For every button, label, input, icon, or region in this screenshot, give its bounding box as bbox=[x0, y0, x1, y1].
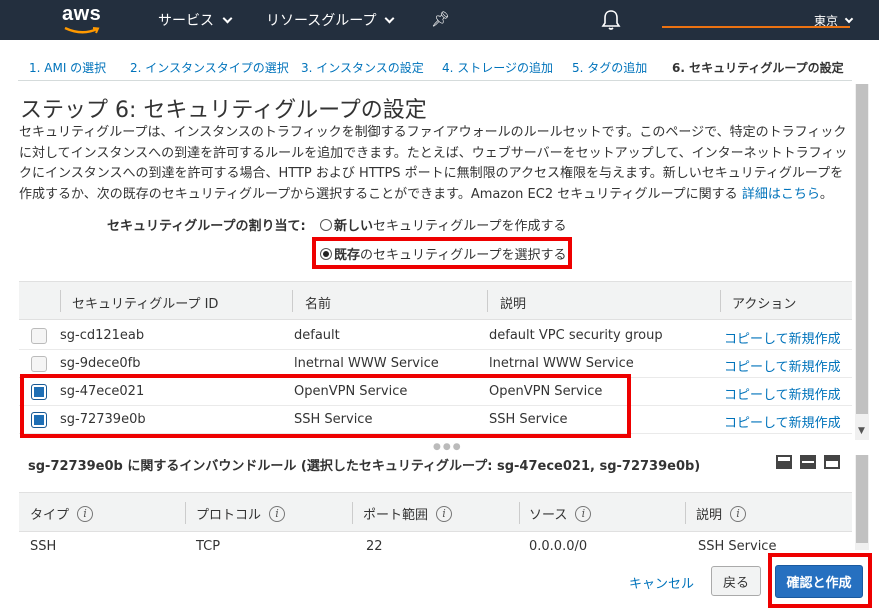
assign-security-group-label: セキュリティグループの割り当て: bbox=[107, 219, 306, 234]
scrollbar-thumb[interactable] bbox=[856, 455, 868, 543]
column-divider bbox=[685, 502, 686, 524]
rule-source-label: ソース bbox=[529, 508, 568, 523]
rule-description-cell: SSH Service bbox=[698, 539, 777, 554]
info-icon[interactable]: i bbox=[730, 505, 747, 522]
column-divider bbox=[352, 502, 353, 524]
sg-table-header: セキュリティグループ ID 名前 説明 アクション bbox=[19, 281, 852, 320]
row-checkbox[interactable] bbox=[31, 356, 47, 372]
page-title: ステップ 6: セキュリティグループの設定 bbox=[20, 98, 427, 123]
highlight-confirm-button bbox=[768, 553, 872, 608]
sg-name-header[interactable]: 名前 bbox=[305, 293, 331, 312]
scroll-down-arrow-icon[interactable]: ▼ bbox=[858, 426, 865, 436]
cancel-link[interactable]: キャンセル bbox=[629, 573, 694, 592]
aws-logo-text: aws bbox=[62, 3, 102, 25]
step-add-storage[interactable]: 4. ストレージの追加 bbox=[442, 59, 553, 76]
inbound-rules-header: タイプ i プロトコル i ポート範囲 i ソース i 説明 i bbox=[19, 492, 852, 532]
layout-split-icon[interactable] bbox=[800, 455, 816, 469]
radio-create-new[interactable]: 新しい セキュリティグループを作成する bbox=[320, 215, 566, 234]
wizard-steps: 1. AMI の選択 2. インスタンスタイプの選択 3. インスタンスの設定 … bbox=[18, 53, 852, 81]
highlight-existing-option bbox=[312, 237, 572, 269]
wizard-footer: キャンセル 戻る 確認と作成 bbox=[0, 556, 879, 615]
sg-name-cell: lnetrnal WWW Service bbox=[294, 356, 439, 371]
aws-smile-icon bbox=[64, 27, 100, 34]
table-row[interactable]: sg-cd121eab default default VPC security… bbox=[19, 322, 852, 350]
info-icon[interactable]: i bbox=[77, 505, 94, 522]
copy-to-new-link[interactable]: コピーして新規作成 bbox=[724, 356, 841, 375]
info-icon[interactable]: i bbox=[575, 505, 592, 522]
chevron-down-icon bbox=[385, 13, 395, 23]
column-divider bbox=[185, 502, 186, 524]
copy-to-new-link[interactable]: コピーして新規作成 bbox=[724, 328, 841, 347]
step-configure-security-group[interactable]: 6. セキュリティグループの設定 bbox=[672, 59, 844, 76]
services-menu[interactable]: サービス bbox=[158, 10, 233, 30]
description-suffix: 。 bbox=[819, 186, 833, 202]
layout-bottom-icon[interactable] bbox=[776, 455, 792, 469]
copy-to-new-link[interactable]: コピーして新規作成 bbox=[724, 412, 841, 431]
sg-description-header[interactable]: 説明 bbox=[500, 293, 526, 312]
inbound-rules-title: sg-72739e0b に関するインバウンドルール (選択したセキュリティグルー… bbox=[28, 459, 701, 474]
services-label: サービス bbox=[158, 13, 214, 29]
radio-create-new-button[interactable] bbox=[320, 218, 332, 231]
active-step-indicator bbox=[662, 26, 850, 28]
copy-to-new-link[interactable]: コピーして新規作成 bbox=[724, 384, 841, 403]
rule-source-header: ソース i bbox=[529, 504, 592, 523]
radio-create-new-bold: 新しい bbox=[334, 219, 374, 234]
sg-action-header: アクション bbox=[732, 297, 797, 312]
step-choose-ami[interactable]: 1. AMI の選択 bbox=[29, 59, 106, 76]
resize-grip-icon[interactable]: ●●● bbox=[433, 442, 463, 452]
panel-layout-controls bbox=[776, 455, 840, 469]
chevron-down-icon bbox=[222, 13, 233, 23]
layout-top-icon[interactable] bbox=[824, 455, 840, 469]
resource-groups-label: リソースグループ bbox=[266, 13, 377, 29]
chevron-down-icon bbox=[844, 14, 854, 23]
step-add-tags[interactable]: 5. タグの追加 bbox=[572, 59, 647, 76]
main-scrollbar[interactable]: ▼ bbox=[855, 84, 869, 440]
step-configure-instance[interactable]: 3. インスタンスの設定 bbox=[301, 59, 424, 76]
column-divider bbox=[60, 290, 61, 312]
rule-protocol-header: プロトコル i bbox=[196, 504, 286, 523]
rule-type-header: タイプ i bbox=[30, 504, 94, 523]
column-divider bbox=[519, 502, 520, 524]
column-divider bbox=[292, 290, 293, 312]
top-nav-bar: aws サービス リソースグループ 📌︎ 東京 bbox=[0, 0, 879, 40]
scrollbar-thumb[interactable] bbox=[856, 84, 868, 414]
sg-name-cell: default bbox=[294, 328, 340, 343]
resource-groups-menu[interactable]: リソースグループ bbox=[266, 10, 395, 30]
rule-port-cell: 22 bbox=[366, 539, 383, 554]
page-description: セキュリティグループは、インスタンスのトラフィックを制御するファイアウォールのル… bbox=[19, 123, 854, 205]
sg-id-cell: sg-9dece0fb bbox=[60, 356, 141, 371]
inbound-scrollbar[interactable] bbox=[855, 455, 869, 550]
rule-source-cell: 0.0.0.0/0 bbox=[529, 539, 588, 554]
bell-icon[interactable] bbox=[601, 9, 621, 31]
sg-id-header[interactable]: セキュリティグループ ID bbox=[72, 293, 218, 312]
rule-port-label: ポート範囲 bbox=[363, 508, 429, 523]
rule-type-cell: SSH bbox=[30, 539, 57, 554]
radio-create-new-label: セキュリティグループを作成する bbox=[373, 219, 567, 234]
pin-icon[interactable]: 📌︎ bbox=[431, 10, 450, 28]
column-divider bbox=[487, 290, 488, 312]
aws-logo[interactable]: aws bbox=[60, 3, 120, 37]
rule-protocol-cell: TCP bbox=[196, 539, 221, 554]
info-icon[interactable]: i bbox=[269, 505, 286, 522]
rule-protocol-label: プロトコル bbox=[196, 508, 262, 523]
details-link[interactable]: 詳細はこちら bbox=[742, 187, 820, 202]
description-text: セキュリティグループは、インスタンスのトラフィックを制御するファイアウォールのル… bbox=[19, 125, 848, 202]
rule-description-header: 説明 i bbox=[696, 504, 747, 523]
rule-type-label: タイプ bbox=[30, 508, 70, 523]
info-icon[interactable]: i bbox=[436, 505, 453, 522]
rule-port-header: ポート範囲 i bbox=[363, 504, 453, 523]
table-row: SSH TCP 22 0.0.0.0/0 SSH Service bbox=[19, 532, 852, 554]
sg-description-cell: lnetrnal WWW Service bbox=[489, 356, 634, 371]
sg-id-cell: sg-cd121eab bbox=[60, 328, 145, 343]
rule-description-label: 説明 bbox=[696, 508, 723, 523]
highlight-selected-rows bbox=[20, 374, 631, 438]
back-button[interactable]: 戻る bbox=[711, 566, 761, 596]
column-divider bbox=[720, 290, 721, 312]
row-checkbox[interactable] bbox=[31, 328, 47, 344]
step-choose-instance-type[interactable]: 2. インスタンスタイプの選択 bbox=[130, 59, 289, 76]
sg-description-cell: default VPC security group bbox=[489, 328, 663, 343]
